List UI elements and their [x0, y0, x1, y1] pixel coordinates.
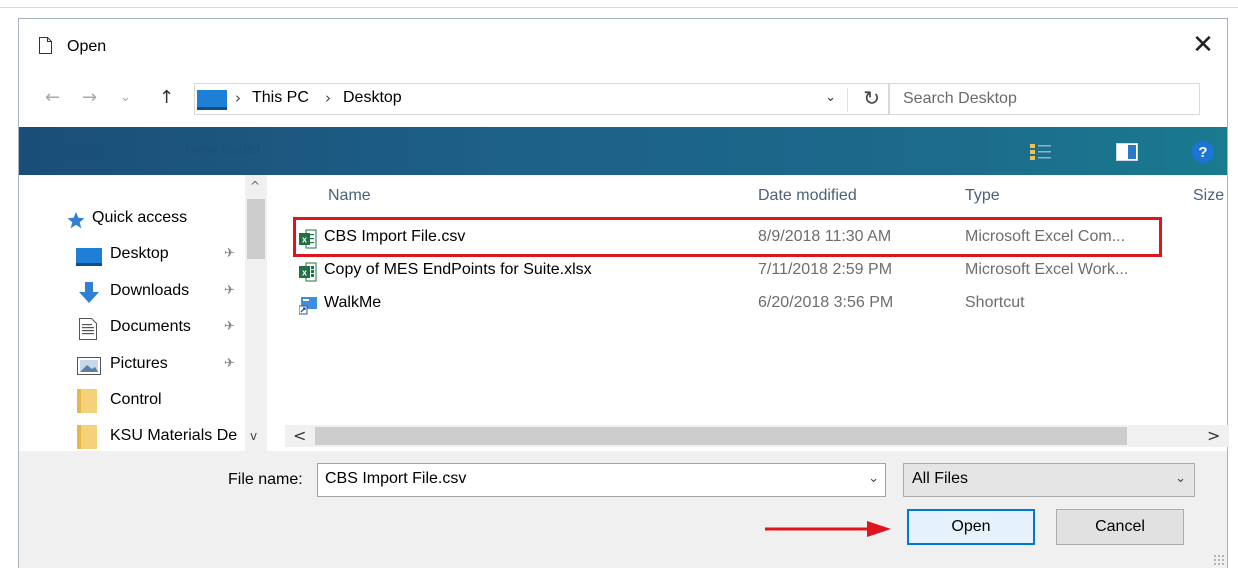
open-button[interactable]: Open — [907, 509, 1035, 545]
column-header-name[interactable]: Name — [328, 187, 371, 205]
file-row[interactable]: x Copy of MES EndPoints for Suite.xlsx 7… — [293, 256, 1163, 288]
column-header-date[interactable]: Date modified — [758, 187, 857, 205]
forward-button[interactable]: → — [82, 87, 97, 108]
help-icon[interactable]: ? — [1192, 141, 1214, 163]
navigation-pane: Quick access Desktop ✈ Downloads ✈ Docum… — [19, 175, 284, 451]
close-icon: ✕ — [1192, 30, 1214, 60]
scroll-thumb[interactable] — [315, 427, 1127, 445]
search-input[interactable]: Search Desktop — [889, 83, 1200, 115]
file-date: 7/11/2018 2:59 PM — [758, 261, 893, 278]
file-name: WalkMe — [324, 294, 382, 311]
new-folder-button[interactable]: New folder — [185, 141, 261, 159]
file-type: Microsoft Excel Work... — [965, 261, 1129, 278]
scroll-right-icon[interactable]: > — [1207, 426, 1220, 445]
file-list-horizontal-scrollbar[interactable]: < > — [285, 425, 1229, 447]
desktop-icon — [76, 248, 102, 266]
command-toolbar: Organize New folder ? — [19, 127, 1227, 175]
breadcrumb-separator: › — [235, 89, 241, 107]
sidebar-item-quick-access[interactable]: Quick access — [19, 203, 267, 235]
scroll-down-icon[interactable]: v — [250, 429, 257, 443]
sidebar-item-label: Documents — [110, 318, 191, 335]
cancel-button[interactable]: Cancel — [1056, 509, 1184, 545]
breadcrumb-separator: › — [325, 89, 331, 107]
recent-locations-button[interactable]: ⌄ — [120, 90, 131, 105]
refresh-button[interactable]: ↻ — [863, 86, 880, 110]
sidebar-item-label: Downloads — [110, 282, 190, 299]
address-divider — [847, 88, 848, 112]
search-placeholder: Search Desktop — [903, 90, 1017, 107]
scroll-up-icon[interactable]: ^ — [250, 179, 260, 193]
title-bar: Open ✕ — [19, 19, 1227, 77]
sidebar-item-ksu-materials[interactable]: KSU Materials De — [19, 421, 267, 451]
scroll-left-icon[interactable]: < — [293, 426, 306, 445]
breadcrumb-this-pc[interactable]: This PC — [252, 89, 309, 107]
pin-icon: ✈ — [224, 283, 235, 298]
file-type-filter-value: All Files — [912, 470, 969, 487]
breadcrumb-desktop[interactable]: Desktop — [343, 89, 402, 107]
back-button[interactable]: ← — [45, 87, 60, 108]
sidebar-item-desktop[interactable]: Desktop ✈ — [19, 239, 267, 271]
nav-vertical-scrollbar[interactable]: ^ v — [245, 175, 267, 451]
file-type-filter[interactable]: All Files ⌄ — [903, 463, 1195, 497]
pictures-icon — [77, 357, 101, 375]
column-header-type[interactable]: Type — [965, 187, 1000, 205]
sidebar-item-pictures[interactable]: Pictures ✈ — [19, 349, 267, 381]
sidebar-item-label: Pictures — [110, 355, 168, 372]
file-name-value: CBS Import File.csv — [325, 470, 467, 487]
file-name-label: File name: — [228, 471, 303, 488]
window-title: Open — [67, 38, 107, 55]
document-icon — [39, 37, 52, 54]
chevron-down-icon: ⌄ — [1175, 471, 1186, 486]
address-row: ← → ⌄ ↑ › This PC › Desktop ⌄ ↻ Search D… — [19, 81, 1227, 117]
folder-icon — [77, 389, 97, 413]
view-options-icon[interactable] — [1030, 143, 1052, 161]
sidebar-item-label: Control — [110, 391, 162, 408]
address-bar[interactable]: › This PC › Desktop ⌄ ↻ — [194, 83, 889, 115]
dialog-footer: File name: CBS Import File.csv ⌄ All Fil… — [19, 451, 1227, 568]
documents-icon — [79, 318, 97, 340]
file-name-field[interactable]: CBS Import File.csv ⌄ — [317, 463, 886, 497]
scroll-thumb[interactable] — [247, 199, 265, 259]
column-header-size[interactable]: Size — [1193, 187, 1224, 205]
folder-icon — [77, 425, 97, 449]
organize-button[interactable]: Organize — [40, 141, 105, 159]
file-row[interactable]: WalkMe 6/20/2018 3:56 PM Shortcut — [293, 289, 1163, 321]
selection-highlight-box — [293, 217, 1162, 257]
this-pc-icon — [197, 90, 227, 110]
top-divider — [0, 7, 1238, 8]
sidebar-item-documents[interactable]: Documents ✈ — [19, 312, 267, 344]
up-button[interactable]: ↑ — [159, 87, 174, 108]
pin-icon: ✈ — [224, 356, 235, 371]
star-icon — [67, 212, 85, 229]
open-file-dialog: Open ✕ ← → ⌄ ↑ › This PC › Desktop ⌄ ↻ S… — [18, 18, 1229, 568]
close-button[interactable]: ✕ — [1185, 27, 1221, 63]
preview-pane-icon[interactable] — [1116, 143, 1138, 161]
pin-icon: ✈ — [224, 319, 235, 334]
svg-text:x: x — [302, 268, 307, 278]
resize-grip-icon[interactable] — [1213, 554, 1225, 566]
download-icon — [79, 282, 99, 303]
sidebar-item-label: Quick access — [92, 209, 188, 226]
sidebar-item-label: Desktop — [110, 245, 169, 262]
file-date: 6/20/2018 3:56 PM — [758, 294, 894, 311]
address-dropdown-button[interactable]: ⌄ — [825, 90, 836, 105]
sidebar-item-control[interactable]: Control — [19, 385, 267, 417]
excel-xlsx-icon: x — [299, 262, 317, 282]
pin-icon: ✈ — [224, 246, 235, 261]
sidebar-item-downloads[interactable]: Downloads ✈ — [19, 276, 267, 308]
chevron-down-icon[interactable]: ⌄ — [868, 471, 879, 486]
file-list: Name Date modified Type Size x CBS Impor… — [285, 175, 1229, 451]
sidebar-item-label: KSU Materials De — [110, 427, 238, 444]
file-type: Shortcut — [965, 294, 1025, 311]
shortcut-icon — [299, 297, 317, 315]
annotation-arrow-icon — [765, 521, 891, 537]
file-name: Copy of MES EndPoints for Suite.xlsx — [324, 261, 592, 278]
